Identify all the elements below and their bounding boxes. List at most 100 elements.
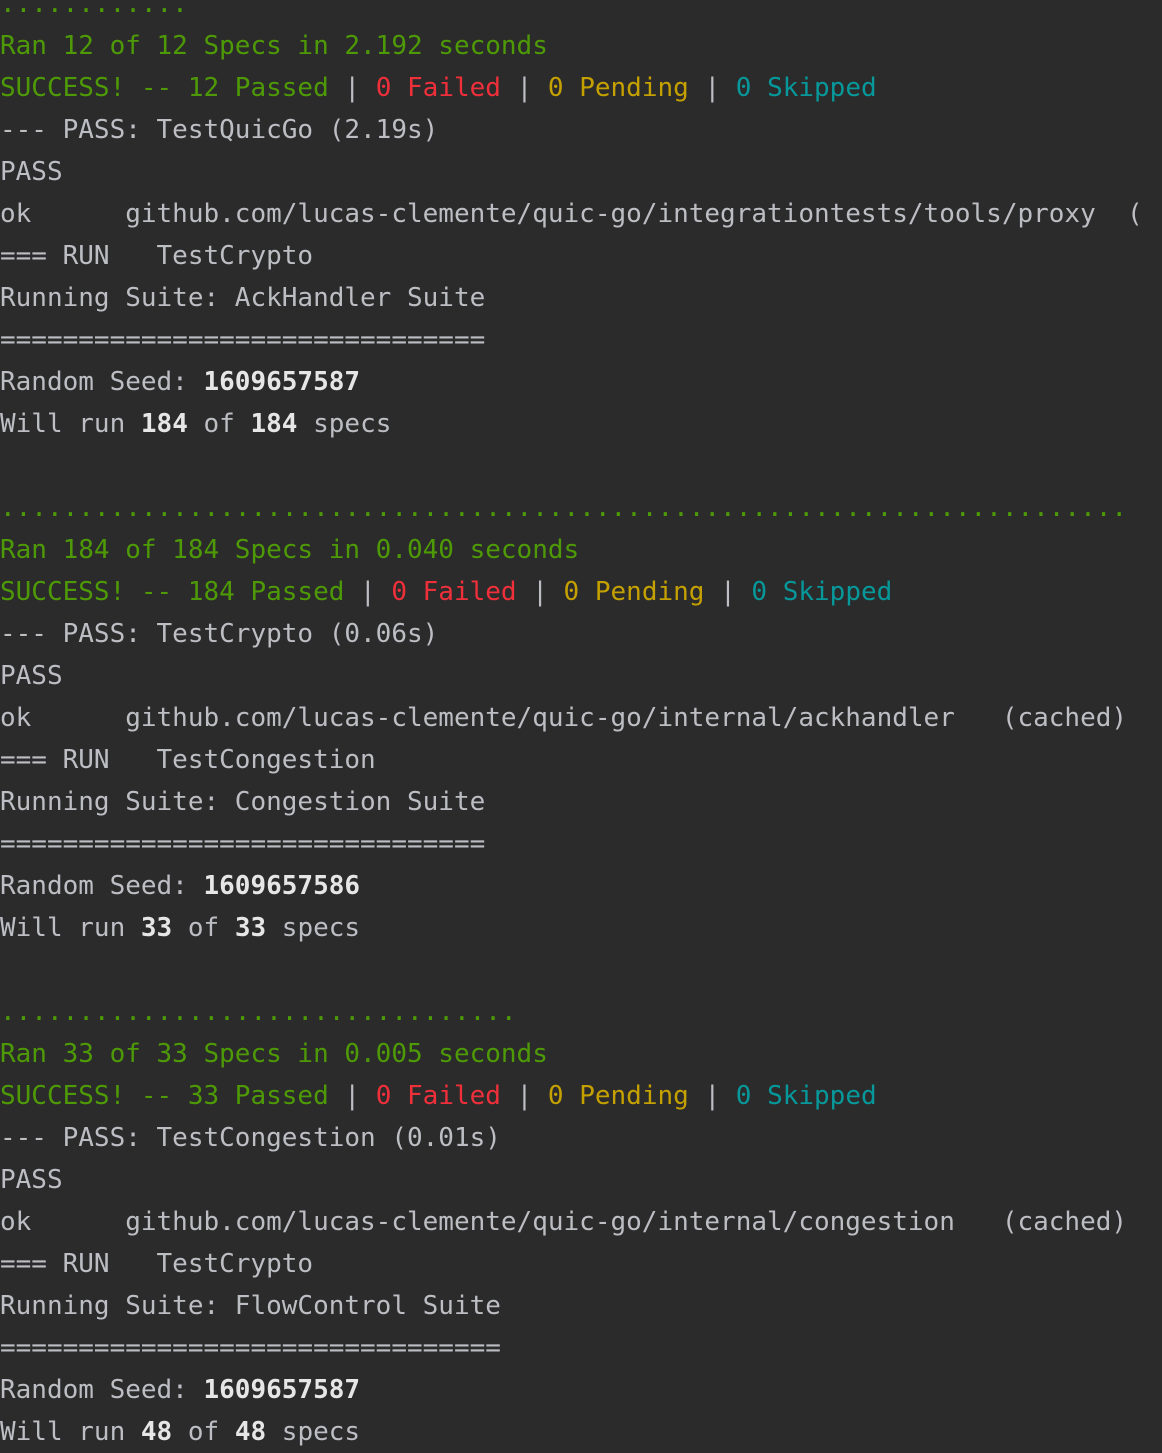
terminal-text-segment: Ran 184 of 184 Specs in 0.040 seconds [0,535,580,565]
terminal-line: ================================ [0,1327,1162,1369]
terminal-text-segment: 1609657587 [203,367,361,397]
terminal-output[interactable]: ............ Ran 12 of 12 Specs in 2.192 … [0,0,1162,1453]
terminal-text-segment: Will run [0,1417,141,1447]
terminal-line: SUCCESS! -- 33 Passed | 0 Failed | 0 Pen… [0,1075,1162,1117]
terminal-text-segment: Ran 33 of 33 Specs in 0.005 seconds [0,1039,548,1069]
terminal-text-segment: ................................. [0,997,517,1027]
terminal-line: Running Suite: FlowControl Suite [0,1285,1162,1327]
terminal-line: Random Seed: 1609657586 [0,865,1162,907]
terminal-text-segment: 48 [140,1417,173,1447]
terminal-text-segment: PASS [0,157,63,187]
terminal-text-segment: --- PASS: TestCrypto (0.06s) [0,619,439,649]
terminal-line: =============================== [0,823,1162,865]
terminal-text-segment: of [172,1417,235,1447]
terminal-line: --- PASS: TestCrypto (0.06s) [0,613,1162,655]
terminal-line: ok github.com/lucas-clemente/quic-go/int… [0,697,1162,739]
terminal-line: ok github.com/lucas-clemente/quic-go/int… [0,1201,1162,1243]
terminal-text-segment: Will run [0,913,141,943]
terminal-text-segment: | [688,1081,736,1111]
terminal-line: --- PASS: TestQuicGo (2.19s) [0,109,1162,151]
terminal-text-segment: --- PASS: TestCongestion (0.01s) [0,1123,501,1153]
terminal-text-segment: === RUN TestCrypto [0,1249,314,1279]
terminal-text-segment: | [500,1081,548,1111]
terminal-line: SUCCESS! -- 12 Passed | 0 Failed | 0 Pen… [0,67,1162,109]
terminal-text-segment: ............ [0,0,188,19]
terminal-line: === RUN TestCrypto [0,235,1162,277]
terminal-text-segment: Running Suite: FlowControl Suite [0,1291,501,1321]
terminal-text-segment: Random Seed: [0,871,204,901]
terminal-line: Ran 12 of 12 Specs in 2.192 seconds [0,25,1162,67]
terminal-text-segment: | [344,577,392,607]
terminal-text-segment: ok github.com/lucas-clemente/quic-go/int… [0,199,1143,229]
terminal-line: ............ [0,0,1162,25]
terminal-text-segment: PASS [0,661,63,691]
terminal-text-segment: Running Suite: AckHandler Suite [0,283,486,313]
terminal-text-segment: === RUN TestCrypto [0,241,314,271]
terminal-line: === RUN TestCongestion [0,739,1162,781]
terminal-text-segment: ok github.com/lucas-clemente/quic-go/int… [0,703,1128,733]
terminal-text-segment: 0 Pending [563,577,705,607]
terminal-text-segment: ok github.com/lucas-clemente/quic-go/int… [0,1207,1128,1237]
terminal-line: =============================== [0,319,1162,361]
terminal-text-segment: 1609657587 [203,1375,361,1405]
terminal-text-segment: specs [266,913,361,943]
terminal-text-segment: ........................................… [0,493,1128,523]
terminal-line: PASS [0,151,1162,193]
terminal-line: === RUN TestCrypto [0,1243,1162,1285]
terminal-text-segment: 0 Skipped [751,577,893,607]
terminal-text-segment: of [172,913,235,943]
terminal-text-segment: Ran 12 of 12 Specs in 2.192 seconds [0,31,548,61]
terminal-text-segment: 0 Skipped [735,73,877,103]
terminal-line: ok github.com/lucas-clemente/quic-go/int… [0,193,1162,235]
terminal-line: Random Seed: 1609657587 [0,361,1162,403]
terminal-text-segment: | [704,577,752,607]
terminal-text-segment: specs [266,1417,361,1447]
terminal-text-segment: ================================ [0,1333,501,1363]
terminal-text-segment: | [688,73,736,103]
terminal-text-segment: 184 [250,409,298,439]
terminal-text-segment: 33 [234,913,267,943]
terminal-text-segment: SUCCESS! -- 184 Passed [0,577,345,607]
terminal-text-segment: 0 Failed [375,73,501,103]
terminal-text-segment: =============================== [0,325,486,355]
terminal-text-segment: | [516,577,564,607]
terminal-text-segment: specs [297,409,392,439]
terminal-text-segment: === RUN TestCongestion [0,745,376,775]
terminal-text-segment: 48 [234,1417,267,1447]
terminal-text-segment: 184 [140,409,188,439]
terminal-text-segment: SUCCESS! -- 12 Passed [0,73,329,103]
terminal-line: ................................. [0,991,1162,1033]
terminal-text-segment: | [500,73,548,103]
terminal-text-segment: Running Suite: Congestion Suite [0,787,486,817]
terminal-text-segment: 33 [140,913,173,943]
terminal-line: ........................................… [0,487,1162,529]
terminal-text-segment: =============================== [0,829,486,859]
terminal-line: PASS [0,655,1162,697]
terminal-text-segment: 0 Pending [547,1081,689,1111]
terminal-text-segment: 0 Failed [391,577,517,607]
terminal-text-segment: --- PASS: TestQuicGo (2.19s) [0,115,439,145]
terminal-line: Will run 33 of 33 specs [0,907,1162,949]
terminal-text-segment: PASS [0,1165,63,1195]
terminal-line: Will run 48 of 48 specs [0,1411,1162,1453]
terminal-text-segment: Random Seed: [0,367,204,397]
terminal-line: PASS [0,1159,1162,1201]
terminal-text-segment: of [187,409,251,439]
terminal-line: Random Seed: 1609657587 [0,1369,1162,1411]
terminal-text-segment: | [328,73,376,103]
terminal-line: Will run 184 of 184 specs [0,403,1162,445]
terminal-text-segment: 0 Failed [375,1081,501,1111]
terminal-line: Running Suite: Congestion Suite [0,781,1162,823]
terminal-text-segment: Random Seed: [0,1375,204,1405]
terminal-line: Ran 33 of 33 Specs in 0.005 seconds [0,1033,1162,1075]
terminal-line: SUCCESS! -- 184 Passed | 0 Failed | 0 Pe… [0,571,1162,613]
terminal-line: --- PASS: TestCongestion (0.01s) [0,1117,1162,1159]
terminal-text-segment: SUCCESS! -- 33 Passed [0,1081,329,1111]
terminal-line: Running Suite: AckHandler Suite [0,277,1162,319]
terminal-text-segment: | [328,1081,376,1111]
terminal-text-segment: Will run [0,409,141,439]
terminal-text-segment: 0 Pending [547,73,689,103]
terminal-text-segment: 0 Skipped [735,1081,877,1111]
